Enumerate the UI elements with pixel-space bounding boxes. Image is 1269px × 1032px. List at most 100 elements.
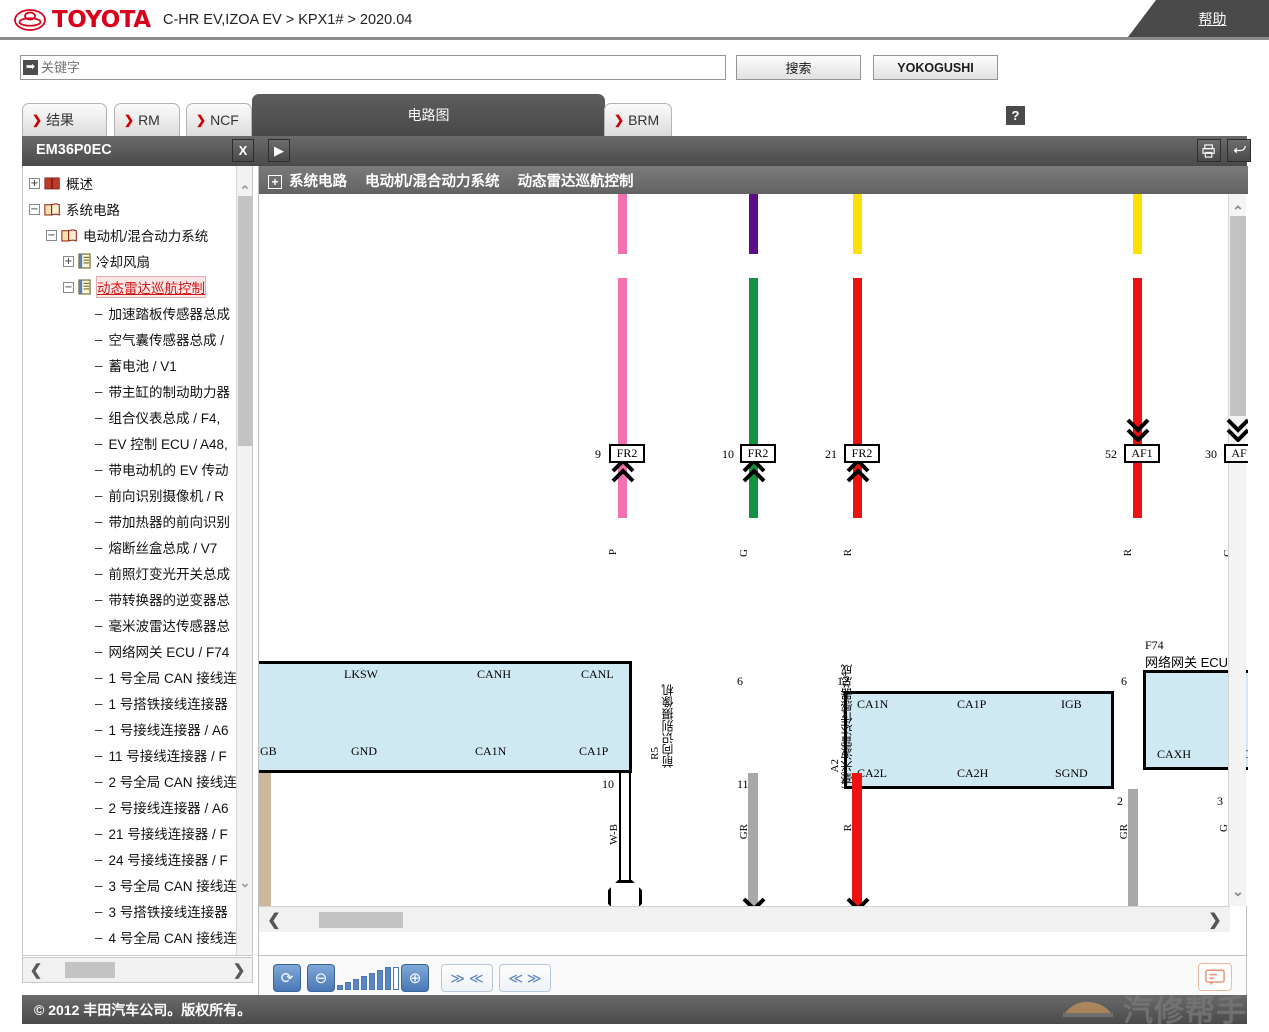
sidebar-horizontal-scrollbar[interactable]: ❮ ❯: [22, 957, 253, 983]
scroll-right-icon[interactable]: ❯: [226, 961, 252, 979]
diagram-expand-group[interactable]: + 系统电路: [268, 170, 347, 191]
dash-bullet: –: [95, 669, 103, 685]
tree-item-10[interactable]: – EV 控制 ECU / A48,: [23, 430, 237, 456]
tree-item-label: 冷却风扇: [96, 255, 150, 270]
tree-item-label: 带主缸的制动助力器: [108, 385, 231, 400]
tree-item-4[interactable]: − 动态雷达巡航控制: [23, 274, 237, 300]
tree-item-9[interactable]: – 组合仪表总成 / F4,: [23, 404, 237, 430]
help-tab[interactable]: 帮助: [1128, 0, 1269, 37]
next-document-button[interactable]: ▶: [268, 139, 290, 162]
tree-item-0[interactable]: + 概述: [23, 170, 237, 196]
tree-item-28[interactable]: –3 号搭铁接线连接器: [23, 898, 237, 924]
tree-item-23[interactable]: –2 号全局 CAN 接线连: [23, 768, 237, 794]
tab-result-label: 结果: [46, 112, 75, 128]
tree-item-label: 带转换器的逆变器总: [108, 593, 231, 608]
yokogushi-button[interactable]: YOKOGUSHI: [873, 55, 998, 80]
tab-brm[interactable]: ❯ BRM: [604, 103, 672, 136]
expand-icon[interactable]: +: [29, 177, 40, 189]
tree-item-27[interactable]: –3 号全局 CAN 接线连: [23, 872, 237, 898]
tree-item-3[interactable]: + 冷却风扇: [23, 248, 237, 274]
plus-icon: +: [268, 174, 282, 189]
connector-name-r5: 前向识别摄像机: [661, 684, 675, 768]
canvas-vertical-scrollbar[interactable]: ⌃ ⌄: [1228, 194, 1246, 906]
tree-item-2[interactable]: − 电动机/混合动力系统: [23, 222, 237, 248]
zoom-in-icon[interactable]: ⊕: [401, 964, 429, 992]
search-input-wrap[interactable]: ➡: [20, 55, 726, 80]
pin-number: 21: [825, 447, 837, 461]
tree-item-16[interactable]: – 带转换器的逆变器总: [23, 586, 237, 612]
dash-bullet: –: [95, 643, 103, 659]
tree-item-11[interactable]: – 带电动机的 EV 传动: [23, 456, 237, 482]
tab-rm[interactable]: ❯ RM: [114, 103, 180, 136]
folder-icon: [44, 203, 60, 216]
collapse-icon[interactable]: −: [46, 229, 57, 241]
scroll-thumb[interactable]: [238, 196, 252, 446]
connector-pin-label: CA1P: [579, 744, 609, 758]
feedback-icon[interactable]: [1198, 963, 1232, 991]
tree-item-15[interactable]: – 前照灯变光开关总成: [23, 560, 237, 586]
search-button[interactable]: 搜索: [736, 55, 861, 80]
scroll-down-icon[interactable]: ⌄: [237, 872, 252, 894]
pin-number: 11: [737, 777, 749, 791]
back-button[interactable]: [1227, 139, 1251, 162]
scroll-right-icon[interactable]: ❯: [1200, 910, 1230, 930]
tree-item-13[interactable]: – 带加热器的前向识别: [23, 508, 237, 534]
tree-item-18[interactable]: – 网络网关 ECU / F74: [23, 638, 237, 664]
tree-item-6[interactable]: – 空气囊传感器总成 /: [23, 326, 237, 352]
tree-item-label: 带加热器的前向识别: [108, 515, 231, 530]
tree-item-22[interactable]: –11 号接线连接器 / F: [23, 742, 237, 768]
canvas-horizontal-scrollbar[interactable]: ❮ ❯: [259, 906, 1230, 932]
pin-number: 30: [1205, 447, 1217, 461]
scroll-thumb-vertical[interactable]: [1230, 216, 1246, 416]
refresh-icon[interactable]: ⟳: [273, 964, 301, 992]
tree-item-12[interactable]: – 前向识别摄像机 / R: [23, 482, 237, 508]
tree-item-29[interactable]: –4 号全局 CAN 接线连: [23, 924, 237, 950]
chevron-right-icon: ❯: [124, 113, 135, 127]
page-prev-button[interactable]: ≫ ≪: [441, 964, 493, 992]
scroll-down-icon[interactable]: ⌄: [1229, 880, 1247, 902]
zoom-out-icon[interactable]: ⊖: [307, 964, 335, 992]
tree-item-label: 空气囊传感器总成 /: [108, 333, 225, 348]
print-button[interactable]: [1197, 139, 1221, 162]
expand-icon[interactable]: +: [63, 255, 74, 267]
tree-item-5[interactable]: – 加速踏板传感器总成: [23, 300, 237, 326]
tab-result[interactable]: ❯ 结果: [22, 103, 107, 136]
connector-pin-label: CAXH: [1157, 747, 1192, 761]
tree-item-19[interactable]: –1 号全局 CAN 接线连: [23, 664, 237, 690]
tree-item-14[interactable]: – 熔断丝盒总成 / V7: [23, 534, 237, 560]
tree-item-label: 11 号接线连接器 / F: [108, 749, 227, 764]
scroll-thumb-horizontal[interactable]: [319, 912, 403, 928]
collapse-icon[interactable]: −: [63, 281, 74, 293]
diagram-canvas[interactable]: FR2 9 FR2 10 FR2 21 AF1 52 AF1 30: [259, 194, 1248, 906]
header-divider: [0, 37, 1269, 40]
zoom-level-slider[interactable]: [337, 966, 399, 990]
sidebar-vertical-scrollbar[interactable]: ⌃ ⌄: [236, 166, 252, 955]
connector-pin-label: CANH: [477, 667, 512, 681]
tree-item-24[interactable]: –2 号接线连接器 / A6: [23, 794, 237, 820]
diagram-title-bar: + 系统电路 电动机/混合动力系统 动态雷达巡航控制: [259, 166, 1248, 194]
tab-circuit-diagram[interactable]: 电路图: [252, 94, 605, 136]
tree-item-7[interactable]: – 蓄电池 / V1: [23, 352, 237, 378]
tree-item-20[interactable]: –1 号搭铁接线连接器: [23, 690, 237, 716]
tree-item-1[interactable]: − 系统电路: [23, 196, 237, 222]
scroll-left-icon[interactable]: ❮: [23, 961, 49, 979]
tree-item-26[interactable]: –24 号接线连接器 / F: [23, 846, 237, 872]
tab-ncf[interactable]: ❯ NCF: [186, 103, 252, 136]
close-document-button[interactable]: X: [232, 139, 254, 162]
chevron-right-icon: ❯: [614, 113, 625, 127]
tree-item-8[interactable]: – 带主缸的制动助力器: [23, 378, 237, 404]
tree-item-21[interactable]: –1 号接线连接器 / A6: [23, 716, 237, 742]
scroll-thumb-horizontal[interactable]: [65, 962, 115, 978]
scroll-left-icon[interactable]: ❮: [259, 910, 289, 930]
page-next-button[interactable]: ≪ ≫: [499, 964, 551, 992]
ground-symbol: [608, 880, 642, 906]
connector-pin-label: IGB: [259, 744, 277, 758]
search-input[interactable]: [38, 57, 725, 78]
connector-r5: [259, 661, 632, 773]
wire-color-code: R: [1122, 549, 1134, 557]
tree-item-25[interactable]: –21 号接线连接器 / F: [23, 820, 237, 846]
tree-item-17[interactable]: – 毫米波雷达传感器总: [23, 612, 237, 638]
wire-segment: [618, 194, 627, 254]
connector-name-f74: 网络网关 ECU: [1145, 655, 1229, 670]
collapse-icon[interactable]: −: [29, 203, 40, 215]
